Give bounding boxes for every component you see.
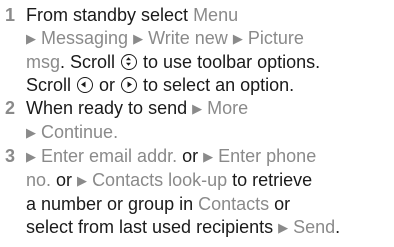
menu-label: Menu (193, 5, 239, 25)
write-new-label: Write new (148, 28, 228, 48)
step-number: 1 (5, 5, 16, 25)
step-line: When ready to send ▶ More (26, 98, 249, 118)
step-line: ▶ Continue. (26, 121, 390, 145)
right-triangle-icon: ▶ (26, 125, 36, 140)
step-line: no. or ▶ Contacts look-up to retrieve (26, 170, 313, 190)
contacts-lookup-label: Contacts look-up (92, 170, 228, 190)
right-triangle-icon: ▶ (232, 31, 243, 46)
instruction-page: 1 From standby select Menu ▶ Messaging ▶… (0, 0, 394, 247)
step-line: From standby select Menu (26, 5, 239, 25)
step-2: 2 When ready to send ▶ More ▶ Continue. (4, 97, 390, 145)
msg-label: msg (26, 52, 61, 72)
right-triangle-icon: ▶ (77, 173, 88, 188)
nav-key-left-icon (77, 77, 94, 93)
send-label: Send (293, 217, 336, 237)
step-line: ▶ Enter email addr. or ▶ Enter phone (26, 146, 317, 166)
right-triangle-icon: ▶ (26, 31, 36, 46)
step-line: msg. Scroll to use toolbar options. (26, 52, 321, 72)
more-label: More (207, 98, 249, 118)
enter-email-label: Enter email addr. (41, 146, 178, 166)
right-triangle-icon: ▶ (26, 149, 36, 164)
step-line: a number or group in Contacts or (26, 194, 291, 214)
enter-phone-label: Enter phone (218, 146, 317, 166)
messaging-label: Messaging (41, 28, 129, 48)
right-triangle-icon: ▶ (133, 31, 144, 46)
right-triangle-icon: ▶ (203, 149, 214, 164)
step-line: Scroll or to select an option. (26, 75, 295, 95)
nav-key-right-icon (121, 77, 138, 93)
step-line: ▶ Messaging ▶ Write new ▶ Picture (26, 27, 390, 51)
step-number: 3 (5, 146, 16, 166)
no-label: no. (26, 170, 52, 190)
contacts-label: Contacts (198, 194, 270, 214)
picture-label: Picture (247, 28, 304, 48)
right-triangle-icon: ▶ (278, 220, 289, 235)
step-line: select from last used recipients ▶ Send. (26, 217, 341, 237)
step-1: 1 From standby select Menu ▶ Messaging ▶… (4, 4, 390, 97)
right-triangle-icon: ▶ (192, 101, 203, 116)
nav-key-up-down-icon (121, 54, 138, 70)
step-3: 3 ▶ Enter email addr. or ▶ Enter phone n… (4, 145, 390, 240)
step-number: 2 (5, 98, 16, 118)
continue-label: Continue. (41, 122, 119, 142)
